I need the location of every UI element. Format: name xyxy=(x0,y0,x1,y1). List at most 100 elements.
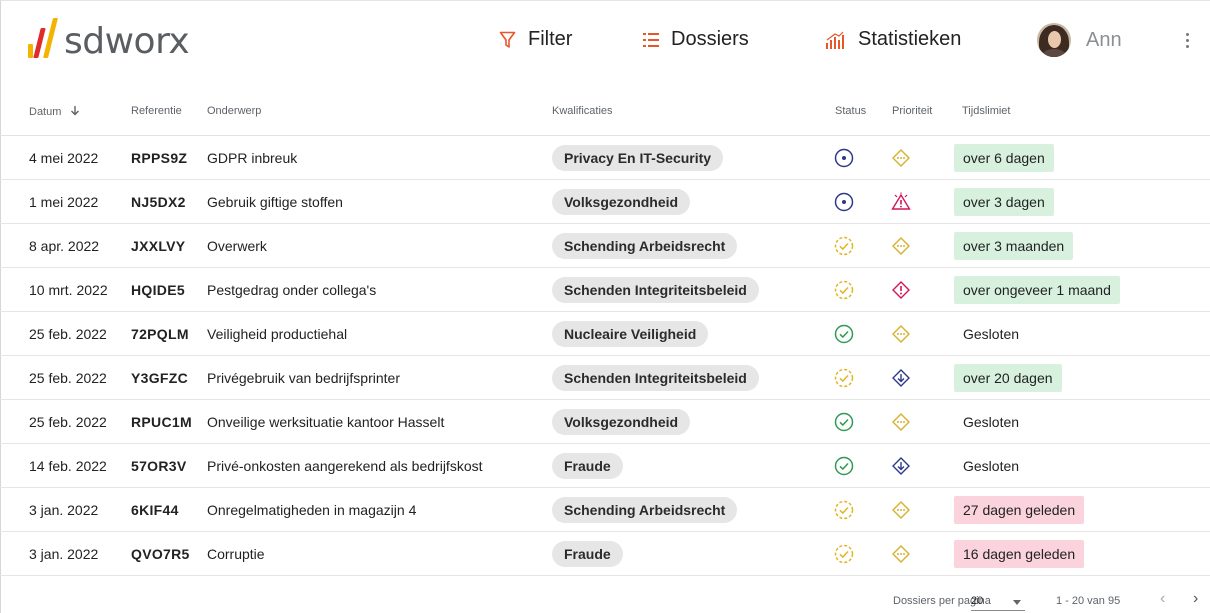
row-qualification: Schenden Integriteitsbeleid xyxy=(552,268,759,312)
row-qualification: Nucleaire Veiligheid xyxy=(552,312,709,356)
statistieken-label: Statistieken xyxy=(858,28,962,50)
column-prioriteit[interactable]: Prioriteit xyxy=(892,105,932,117)
row-qualification: Volksgezondheid xyxy=(552,180,691,224)
status-done-icon xyxy=(834,400,854,444)
column-kwalificaties[interactable]: Kwalificaties xyxy=(552,105,613,117)
qualification-chip: Schenden Integriteitsbeleid xyxy=(552,365,759,391)
logo-mark-icon xyxy=(22,18,62,62)
deadline-badge: over 3 maanden xyxy=(954,232,1074,260)
row-date: 1 mei 2022 xyxy=(29,194,99,210)
table-row[interactable]: 25 feb. 2022 RPUC1M Onveilige werksituatie… xyxy=(0,400,1210,444)
row-deadline: 27 dagen geleden xyxy=(954,488,1085,532)
qualification-chip: Schenden Integriteitsbeleid xyxy=(552,277,759,303)
status-open-icon xyxy=(834,136,854,180)
row-qualification: Privacy En IT-Security xyxy=(552,136,724,180)
table-row[interactable]: 8 apr. 2022 JXXLVY Overwerk Schending Arbei… xyxy=(0,224,1210,268)
user-name: Ann xyxy=(1086,28,1122,51)
column-referentie[interactable]: Referentie xyxy=(131,105,182,117)
table-row[interactable]: 10 mrt. 2022 HQIDE5 Pestgedrag onder colle… xyxy=(0,268,1210,312)
status-in-progress-icon xyxy=(834,488,854,532)
deadline-badge: Gesloten xyxy=(963,414,1020,430)
status-done-icon xyxy=(834,444,854,488)
row-subject: Corruptie xyxy=(207,546,265,562)
row-subject: Onveilige werksituatie kantoor Hasselt xyxy=(207,414,445,430)
user-menu[interactable]: Ann xyxy=(1037,23,1122,57)
page-range: 1 - 20 van 95 xyxy=(1056,595,1121,607)
chevron-left-icon[interactable]: ‹ xyxy=(1160,590,1165,608)
table-row[interactable]: 3 jan. 2022 QVO7R5 Corruptie Fraude 16 dagen… xyxy=(0,532,1210,576)
qualification-chip: Nucleaire Veiligheid xyxy=(552,321,709,347)
sdworx-logo[interactable]: sdworx xyxy=(22,18,190,62)
row-deadline: Gesloten xyxy=(954,400,1028,444)
deadline-badge: 16 dagen geleden xyxy=(954,540,1085,568)
row-qualification: Volksgezondheid xyxy=(552,400,691,444)
dossiers-button[interactable]: Dossiers xyxy=(643,28,749,51)
row-reference: RPPS9Z xyxy=(131,150,188,166)
row-reference: QVO7R5 xyxy=(131,546,190,562)
app-header: sdworx Filter Dossiers Statistieken Ann xyxy=(0,0,1210,86)
column-datum[interactable]: Datum xyxy=(29,105,80,118)
deadline-badge: 27 dagen geleden xyxy=(954,496,1085,524)
table-row[interactable]: 25 feb. 2022 Y3GFZC Privégebruik van bedri… xyxy=(0,356,1210,400)
row-date: 25 feb. 2022 xyxy=(29,326,107,342)
chevron-right-icon[interactable]: › xyxy=(1193,590,1198,608)
table-row[interactable]: 4 mei 2022 RPPS9Z GDPR inbreuk Privacy En I… xyxy=(0,136,1210,180)
column-onderwerp[interactable]: Onderwerp xyxy=(207,105,261,117)
row-reference: 6KIF44 xyxy=(131,502,179,518)
per-page-select[interactable]: 20 xyxy=(971,593,1025,611)
qualification-chip: Fraude xyxy=(552,541,623,567)
table-row[interactable]: 14 feb. 2022 57OR3V Privé-onkosten aangere… xyxy=(0,444,1210,488)
row-subject: Privégebruik van bedrijfsprinter xyxy=(207,370,400,386)
table-row[interactable]: 1 mei 2022 NJ5DX2 Gebruik giftige stoffen V… xyxy=(0,180,1210,224)
table-row[interactable]: 25 feb. 2022 72PQLM Veiligheid productieha… xyxy=(0,312,1210,356)
row-subject: Gebruik giftige stoffen xyxy=(207,194,343,210)
row-deadline: over 3 maanden xyxy=(954,224,1074,268)
row-subject: Privé-onkosten aangerekend als bedrijfsk… xyxy=(207,458,483,474)
row-deadline: Gesloten xyxy=(954,312,1028,356)
qualification-chip: Volksgezondheid xyxy=(552,189,691,215)
column-datum-label: Datum xyxy=(29,106,62,118)
row-reference: 57OR3V xyxy=(131,458,187,474)
caret-down-icon xyxy=(1013,600,1021,605)
row-date: 10 mrt. 2022 xyxy=(29,282,108,298)
qualification-chip: Schending Arbeidsrecht xyxy=(552,233,738,259)
column-tijdslimiet[interactable]: Tijdslimiet xyxy=(962,105,1011,117)
row-deadline: 16 dagen geleden xyxy=(954,532,1085,576)
row-subject: Veiligheid productiehal xyxy=(207,326,348,342)
deadline-badge: Gesloten xyxy=(963,326,1020,342)
per-page-value: 20 xyxy=(971,595,984,607)
row-date: 25 feb. 2022 xyxy=(29,370,107,386)
status-done-icon xyxy=(834,312,854,356)
priority-critical-icon xyxy=(891,180,911,224)
row-reference: 72PQLM xyxy=(131,326,189,342)
row-subject: Onregelmatigheden in magazijn 4 xyxy=(207,502,417,518)
row-subject: Overwerk xyxy=(207,238,267,254)
deadline-badge: Gesloten xyxy=(963,458,1020,474)
table-row[interactable]: 3 jan. 2022 6KIF44 Onregelmatigheden in ma… xyxy=(0,488,1210,532)
row-reference: RPUC1M xyxy=(131,414,192,430)
dossier-table: Datum Referentie Onderwerp Kwalificaties… xyxy=(0,86,1210,576)
status-in-progress-icon xyxy=(834,532,854,576)
arrow-down-icon xyxy=(71,106,80,116)
priority-medium-icon xyxy=(891,488,911,532)
dossiers-label: Dossiers xyxy=(671,28,749,50)
qualification-chip: Privacy En IT-Security xyxy=(552,145,724,171)
row-date: 8 apr. 2022 xyxy=(29,238,100,254)
more-vertical-icon[interactable] xyxy=(1186,33,1190,51)
logo-text: sdworx xyxy=(64,21,190,62)
row-deadline: over ongeveer 1 maand xyxy=(954,268,1120,312)
row-deadline: over 3 dagen xyxy=(954,180,1054,224)
priority-medium-icon xyxy=(891,224,911,268)
filter-button[interactable]: Filter xyxy=(499,28,572,51)
status-in-progress-icon xyxy=(834,268,854,312)
row-reference: NJ5DX2 xyxy=(131,194,186,210)
qualification-chip: Fraude xyxy=(552,453,623,479)
row-date: 4 mei 2022 xyxy=(29,150,99,166)
column-status[interactable]: Status xyxy=(835,105,866,117)
statistieken-button[interactable]: Statistieken xyxy=(826,28,961,51)
priority-low-icon xyxy=(891,444,911,488)
priority-high-icon xyxy=(891,268,911,312)
bar-chart-icon xyxy=(826,31,844,49)
row-date: 25 feb. 2022 xyxy=(29,414,107,430)
row-qualification: Schending Arbeidsrecht xyxy=(552,224,738,268)
